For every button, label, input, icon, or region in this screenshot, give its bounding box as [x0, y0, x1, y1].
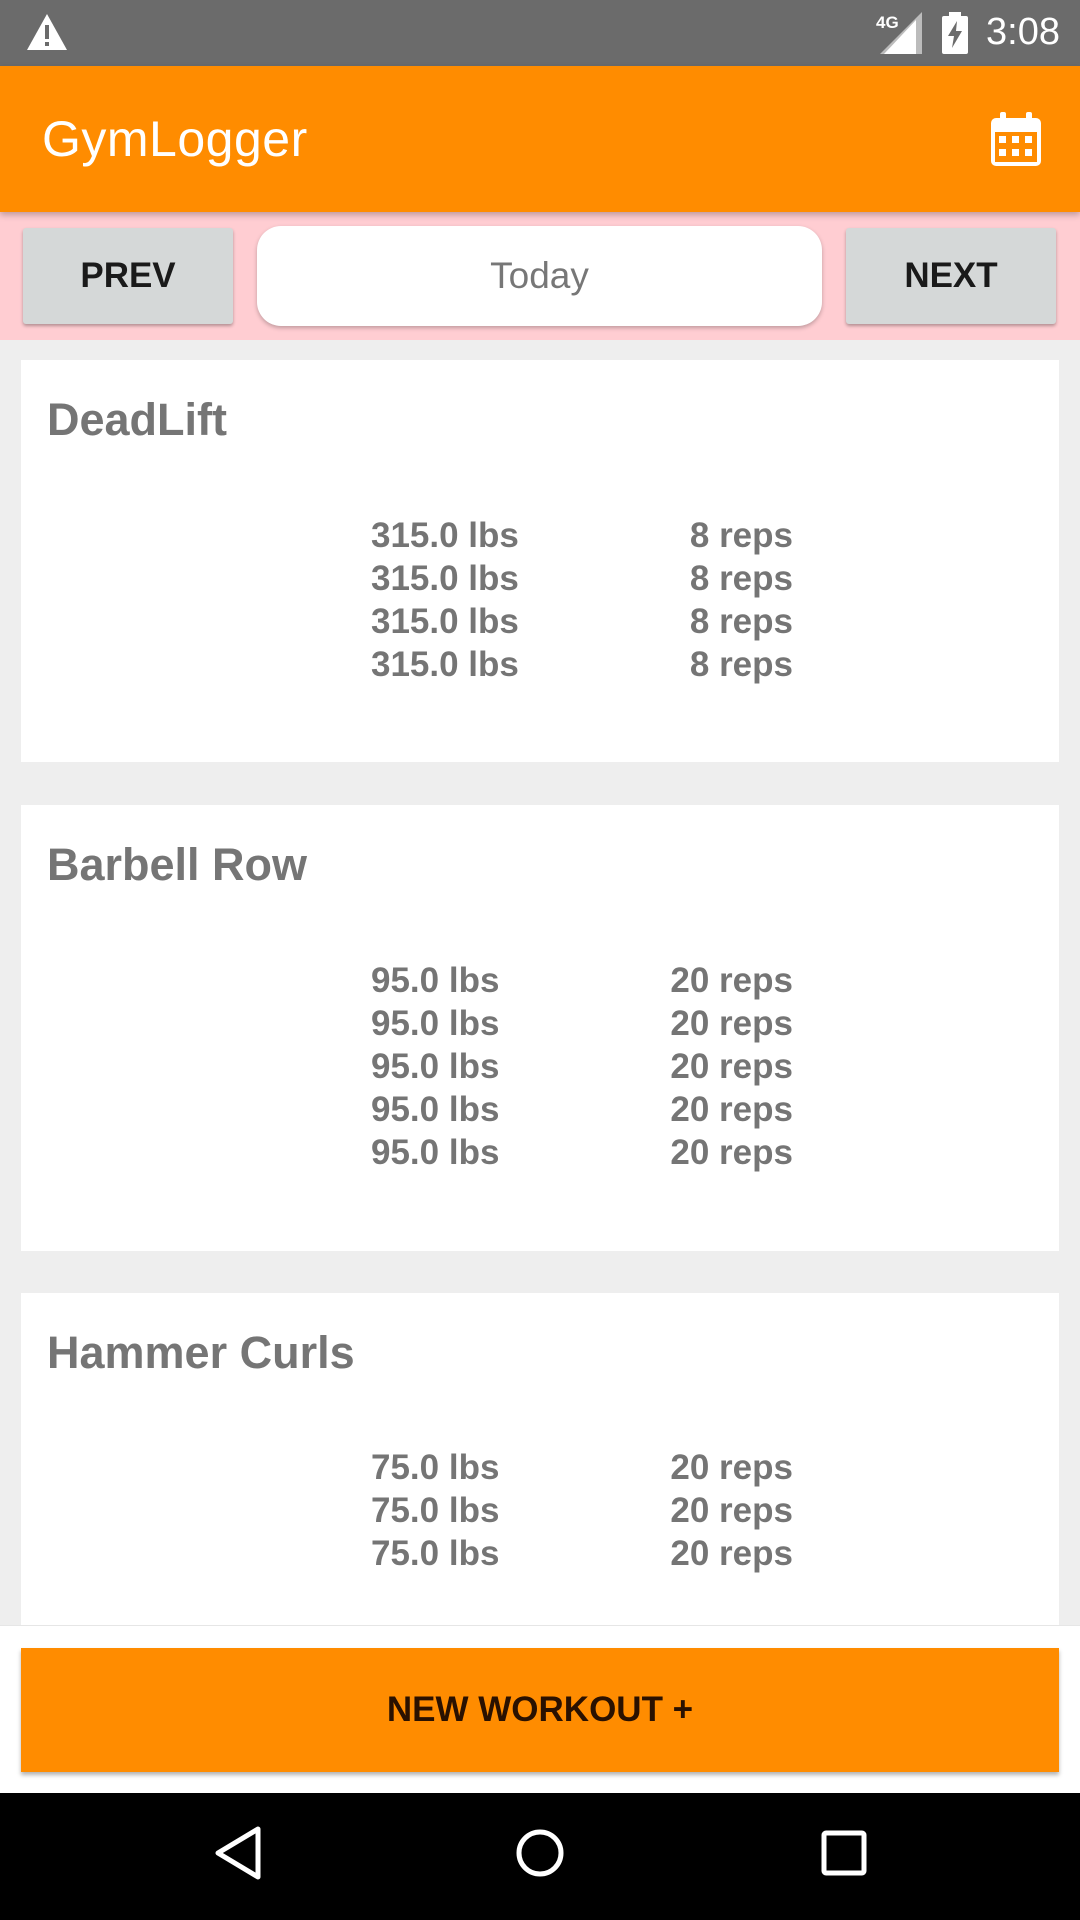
warning-icon: [27, 14, 67, 50]
exercise-name: Barbell Row: [47, 839, 308, 890]
set-reps: 20 reps: [670, 1004, 793, 1043]
set-reps: 20 reps: [670, 1448, 793, 1487]
set-weight: 95.0 lbs: [371, 961, 500, 1000]
exercise-name: DeadLift: [47, 394, 227, 445]
set-weight: 75.0 lbs: [371, 1491, 500, 1530]
recents-icon[interactable]: [814, 1823, 874, 1883]
set-weight: 75.0 lbs: [371, 1448, 500, 1487]
workout-card[interactable]: DeadLift 315.0 lbs 8 reps 315.0 lbs 8 re…: [21, 360, 1059, 762]
set-reps: 20 reps: [670, 1534, 793, 1573]
system-navigation-bar: [0, 1793, 1080, 1920]
set-weight: 95.0 lbs: [371, 1133, 500, 1172]
set-weight: 95.0 lbs: [371, 1004, 500, 1043]
set-weight: 75.0 lbs: [371, 1534, 500, 1573]
set-reps: 8 reps: [689, 516, 793, 555]
date-navigation: PREV Today NEXT: [0, 212, 1080, 340]
home-icon[interactable]: [510, 1823, 570, 1883]
set-reps: 8 reps: [689, 602, 793, 641]
set-weight: 315.0 lbs: [371, 602, 519, 641]
set-reps: 20 reps: [670, 1090, 793, 1129]
bottom-action-area: NEW WORKOUT +: [0, 1625, 1080, 1794]
set-reps: 20 reps: [670, 1133, 793, 1172]
next-button[interactable]: NEXT: [846, 228, 1056, 324]
calendar-icon[interactable]: [985, 108, 1047, 170]
workout-card[interactable]: Barbell Row 95.0 lbs 20 reps 95.0 lbs 20…: [21, 805, 1059, 1251]
app-title: GymLogger: [42, 111, 308, 167]
back-icon[interactable]: [210, 1823, 270, 1883]
exercise-name: Hammer Curls: [47, 1327, 355, 1378]
date-display[interactable]: Today: [257, 226, 822, 326]
set-weight: 315.0 lbs: [371, 516, 519, 555]
battery-charging-icon: [942, 12, 968, 54]
network-type: 4G: [876, 13, 899, 32]
set-reps: 20 reps: [670, 1491, 793, 1530]
set-reps: 8 reps: [689, 645, 793, 684]
prev-button[interactable]: PREV: [23, 228, 233, 324]
set-weight: 315.0 lbs: [371, 559, 519, 598]
app-bar: GymLogger: [0, 66, 1080, 212]
status-bar: 4G 3:08: [0, 0, 1080, 66]
set-reps: 20 reps: [670, 1047, 793, 1086]
clock: 3:08: [986, 11, 1060, 53]
set-weight: 95.0 lbs: [371, 1047, 500, 1086]
set-weight: 315.0 lbs: [371, 645, 519, 684]
set-weight: 95.0 lbs: [371, 1090, 500, 1129]
new-workout-button[interactable]: NEW WORKOUT +: [21, 1648, 1059, 1772]
set-reps: 8 reps: [689, 559, 793, 598]
set-reps: 20 reps: [670, 961, 793, 1000]
